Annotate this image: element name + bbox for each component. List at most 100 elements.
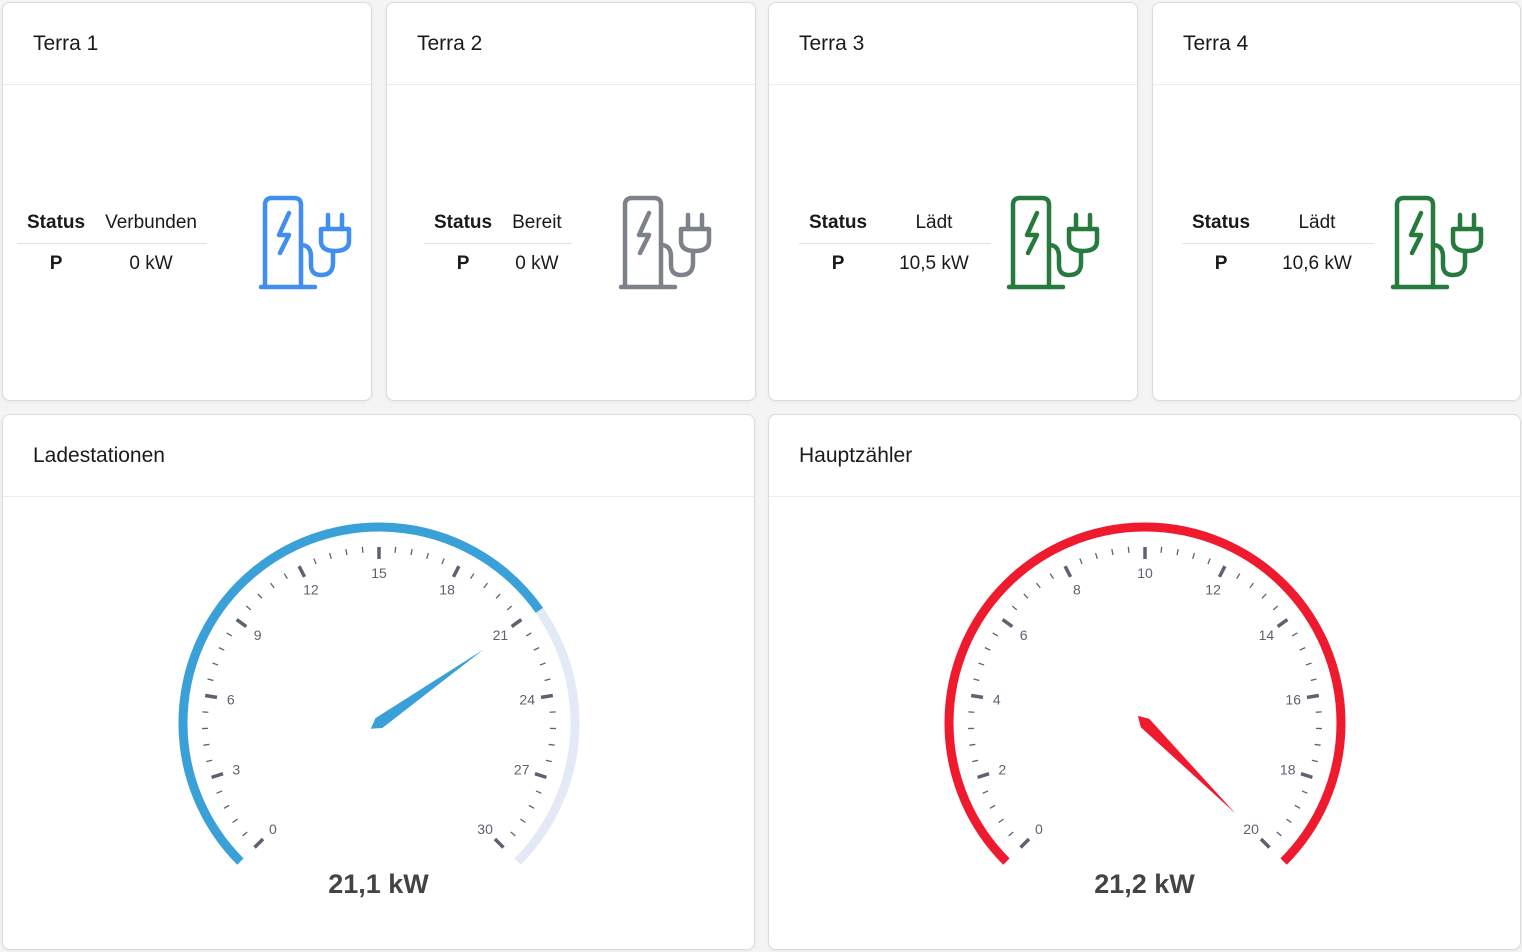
tick-label: 16	[1285, 692, 1301, 708]
minor-tick	[223, 804, 230, 809]
gauge-card-ladestationen[interactable]: Ladestationen 0 3 6 9 12 15 18 21 24 27 30 21,1 kW	[2, 414, 755, 950]
tick-label: 12	[303, 581, 319, 597]
minor-tick	[1023, 593, 1029, 599]
minor-tick	[1176, 549, 1179, 556]
status-table: Status Lädt P 10,6 kW	[1182, 203, 1374, 284]
power-value: 10,5 kW	[899, 253, 969, 274]
minor-tick	[1310, 678, 1317, 682]
gauge-title: Ladestationen	[33, 443, 165, 467]
ev-charger-icon	[1390, 195, 1484, 290]
lightning-bolt	[1408, 210, 1424, 256]
major-tick	[1063, 565, 1073, 578]
station-card-terra-1[interactable]: Terra 1 Status Verbunden P 0 kW	[2, 2, 372, 401]
minor-tick	[984, 647, 991, 651]
tick-label: 8	[1073, 581, 1081, 597]
status-table: Status Lädt P 10,5 kW	[799, 203, 991, 284]
tick-label: 10	[1137, 565, 1153, 581]
power-value: 10,6 kW	[1282, 253, 1352, 274]
minor-tick	[1249, 582, 1254, 589]
minor-tick	[426, 552, 430, 559]
tick-label: 14	[1259, 627, 1275, 643]
minor-tick	[1276, 831, 1282, 837]
minor-tick	[1160, 546, 1163, 553]
minor-tick	[283, 573, 288, 579]
station-title: Terra 4	[1183, 31, 1249, 55]
minor-tick	[1207, 558, 1211, 565]
station-card-terra-4[interactable]: Terra 4 Status Lädt P 10,6 kW	[1152, 2, 1521, 401]
power-value: 0 kW	[129, 253, 173, 274]
tick-label: 24	[519, 692, 535, 708]
tick-label: 21	[493, 627, 509, 643]
major-tick	[540, 693, 554, 700]
station-card-terra-2[interactable]: Terra 2 Status Bereit P 0 kW	[386, 2, 756, 401]
ev-charger-icon	[258, 195, 352, 290]
major-tick	[493, 837, 505, 849]
lightning-bolt	[276, 210, 292, 256]
minor-tick	[270, 582, 275, 589]
minor-tick	[1261, 593, 1267, 599]
status-table: Status Bereit P 0 kW	[424, 203, 572, 284]
minor-tick	[1291, 632, 1298, 637]
minor-tick	[972, 759, 979, 763]
minor-tick	[525, 632, 532, 637]
minor-tick	[470, 573, 475, 579]
major-tick	[977, 772, 990, 780]
station-card-terra-3[interactable]: Terra 3 Status Lädt P 10,5 kW	[768, 2, 1138, 401]
gauge-needle	[1137, 715, 1236, 814]
tick-label: 27	[514, 761, 530, 777]
minor-tick	[535, 790, 542, 794]
power-label: P	[1214, 253, 1228, 274]
minor-tick	[242, 831, 248, 837]
card-header: Terra 4	[1153, 3, 1520, 85]
minor-tick	[506, 605, 513, 611]
status-value: Lädt	[1260, 203, 1374, 244]
minor-tick	[1036, 582, 1041, 589]
plug-head	[1450, 226, 1484, 254]
minor-tick	[232, 818, 238, 824]
minor-tick	[1127, 546, 1130, 553]
major-tick	[534, 772, 547, 780]
status-label: Status	[424, 203, 503, 244]
minor-tick	[1011, 605, 1018, 611]
station-body: Status Verbunden P 0 kW	[3, 85, 371, 400]
minor-tick	[203, 743, 210, 746]
tick-label: 3	[232, 761, 240, 777]
minor-tick	[544, 678, 551, 682]
minor-tick	[1314, 743, 1321, 746]
tick-label: 2	[998, 761, 1006, 777]
ev-charger-icon	[1006, 195, 1100, 290]
gauge-body: 0 2 4 6 8 10 12 14 16 18 20 21,2 kW	[769, 497, 1520, 949]
station-body: Status Lädt P 10,5 kW	[769, 85, 1137, 400]
major-tick	[235, 618, 248, 629]
major-tick	[1217, 565, 1227, 578]
ev-charger-icon	[618, 195, 712, 290]
minor-tick	[992, 632, 999, 637]
gauge-title: Hauptzähler	[799, 443, 913, 467]
major-tick	[1306, 693, 1320, 700]
tick-label: 12	[1205, 581, 1221, 597]
status-value: Verbunden	[95, 203, 207, 244]
minor-tick	[973, 678, 980, 682]
minor-tick	[313, 558, 317, 565]
minor-tick	[206, 759, 213, 763]
station-title: Terra 1	[33, 31, 99, 55]
minor-tick	[218, 647, 225, 651]
minor-tick	[483, 582, 488, 589]
tick-label: 4	[993, 692, 1001, 708]
minor-tick	[257, 593, 263, 599]
card-header: Ladestationen	[3, 415, 754, 497]
plug-head	[678, 226, 712, 254]
gauge-needle	[370, 649, 484, 729]
station-body: Status Lädt P 10,6 kW	[1153, 85, 1520, 400]
minor-tick	[1294, 804, 1301, 809]
minor-tick	[1192, 552, 1196, 559]
status-value: Bereit	[502, 203, 572, 244]
gauge-card-hauptzaehler[interactable]: Hauptzähler 0 2 4 6 8 10 12 14 16 18 20 21,2 kW	[768, 414, 1521, 950]
status-value: Lädt	[877, 203, 991, 244]
tick-label: 6	[1020, 627, 1028, 643]
tick-label: 6	[227, 692, 235, 708]
minor-tick	[1094, 552, 1098, 559]
power-value: 0 kW	[515, 253, 559, 274]
major-tick	[253, 837, 265, 849]
minor-tick	[510, 831, 516, 837]
